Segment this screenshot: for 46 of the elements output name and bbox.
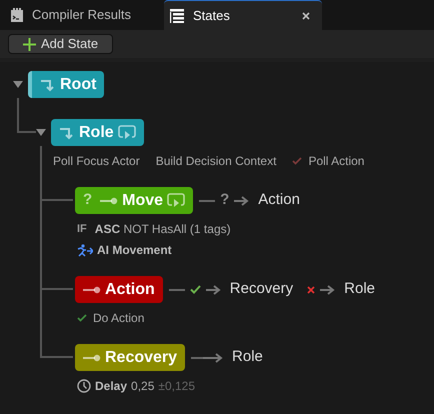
add-state-button[interactable]: Add State [8, 34, 114, 54]
linked-icon [167, 193, 186, 208]
state-name: Root [60, 76, 96, 92]
log-icon [11, 8, 23, 22]
transition-target[interactable]: Role [344, 278, 375, 301]
condition-text: ASC NOT HasAll (1 tags) [94, 221, 231, 238]
check-icon [190, 285, 201, 294]
linked-icon [118, 125, 136, 140]
arrow-icon [206, 284, 221, 294]
arrow-icon [234, 196, 250, 206]
collapse-arrow-icon[interactable] [36, 129, 46, 136]
task-label: Do Action [93, 310, 144, 327]
task-label: Poll Action [308, 153, 364, 170]
tab[interactable]: Compiler Results [5, 0, 160, 30]
line-dot-icon [83, 286, 101, 294]
arrow-icon [203, 352, 224, 362]
delay-value: 0,25 [131, 378, 154, 395]
transition-target[interactable]: Action [258, 189, 300, 212]
state-name: Recovery [105, 350, 178, 366]
state-name: Action [105, 282, 155, 298]
list-icon [170, 8, 184, 22]
delay-label: Delay [95, 378, 128, 395]
cross-icon [307, 286, 316, 294]
transition-target[interactable]: Role [232, 346, 263, 369]
state-node[interactable]: Recovery [75, 344, 186, 371]
condition-mark: ? [83, 190, 92, 210]
line-dot-icon [83, 354, 101, 362]
transition-target[interactable]: Recovery [230, 278, 294, 301]
task-label: Build Decision Context [156, 153, 276, 170]
state-name: Role [79, 124, 114, 140]
condition-operator: IF [77, 222, 87, 237]
state-node[interactable]: Action [75, 276, 163, 303]
condition-mark: ? [220, 190, 230, 210]
collapse-arrow-icon[interactable] [13, 81, 23, 88]
state-name: Move [122, 192, 164, 208]
task-label: AI Movement [97, 242, 172, 259]
clock-icon [77, 379, 91, 393]
tree-connector [17, 98, 36, 133]
arrow-icon [320, 284, 336, 294]
line-dot-icon [100, 196, 118, 204]
running-figure-icon [77, 244, 93, 256]
close-icon[interactable] [302, 12, 310, 20]
delay-spread: ±0,125 [158, 378, 196, 395]
plus-icon [23, 38, 36, 50]
task-label: Poll Focus Actor [53, 153, 140, 170]
tab[interactable]: States [164, 0, 322, 30]
